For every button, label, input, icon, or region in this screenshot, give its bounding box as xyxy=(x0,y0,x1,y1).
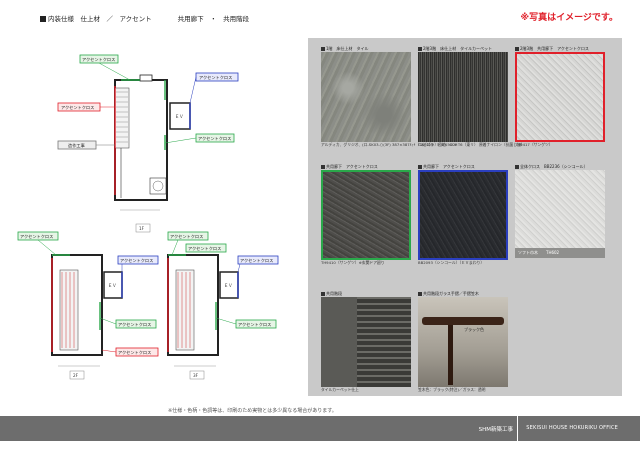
callout-construction-1f: 造作工事 xyxy=(68,142,85,149)
swatch-image-dark-cross xyxy=(321,170,411,260)
floor-label-1f: 1F xyxy=(139,226,145,231)
floorplans-diagram: ＥＶ 1F アクセントクロス アクセントクロス 造作工事 アクセントクロス アク… xyxy=(17,54,279,380)
handrail-post xyxy=(448,325,453,385)
ev-label-2f: ＥＶ xyxy=(108,283,116,288)
swatch-accent-red: 2階3階 共用廊下 アクセントクロス TH9417（サンゲツ） xyxy=(515,46,605,147)
swatch-subtext: GA0403 500×500×T6（東リ） 原着ナイロン（抗菌し加） xyxy=(418,142,525,147)
swatch-general-cross: 全体クロス BB2236（シンコール） ソフト巾木 TH602 xyxy=(515,164,605,258)
handrail-callout: ブラック色 xyxy=(464,327,484,332)
swatch-subtext: 笠木色：ブラック(特注)／ガラス：透明 xyxy=(418,387,486,392)
swatch-image-light-cross xyxy=(515,52,605,142)
ev-label-1f: ＥＶ xyxy=(175,114,183,119)
swatch-handrail: 共用階段ガラス手摺／手摺笠木 ブラック色 笠木色：ブラック(特注)／ガラス：透明 xyxy=(418,291,508,392)
swatch-accent-blue: 共用廊下 アクセントクロス BB2093（シンコール）（ＥＶまわり） xyxy=(418,164,508,265)
swatch-caption: 2階3階 床仕上材 タイルカーペット xyxy=(418,46,525,52)
swatch-carpet-tile: 2階3階 床仕上材 タイルカーペット GA0403 500×500×T6（東リ）… xyxy=(418,46,525,147)
swatch-subtext: TH9417（サンゲツ） xyxy=(515,142,553,147)
swatch-subtext: TH9410（サンゲツ）※玄関ドア廻り xyxy=(321,260,385,265)
swatch-accent-green: 共用廊下 アクセントクロス TH9410（サンゲツ）※玄関ドア廻り xyxy=(321,164,411,265)
footer-divider xyxy=(517,416,518,441)
handrail-rail xyxy=(422,317,504,325)
project-name: SHM新築工事 xyxy=(478,427,513,433)
swatch-stairs: 共用階段 タイルカーペット仕上 xyxy=(321,291,411,392)
floorplan-2f: ＥＶ 2F アクセントクロス アクセントクロス アクセントクロス アクセントクロ… xyxy=(17,231,159,380)
swatch-subtext: タイルカーペット仕上 xyxy=(321,387,359,392)
floorplan-3f: ＥＶ 3F アクセントクロス アクセントクロス アクセントクロス アクセントクロ… xyxy=(167,231,279,380)
floor-label-2f: 2F xyxy=(73,373,79,378)
company-name: SEKISUI HOUSE HOKURIKU OFFICE xyxy=(526,425,618,431)
floor-label-3f: 3F xyxy=(193,373,199,378)
materials-panel: 1階 床仕上材 タイル アルディカ、グリジオ、(ロ-SK03-○(3F) 387… xyxy=(308,38,622,396)
swatch-skirting-strip: ソフト巾木 TH602 xyxy=(515,248,605,258)
swatch-image-charcoal-cross xyxy=(418,170,508,260)
swatch-image-staircase xyxy=(321,297,411,387)
swatch-image-white-cross xyxy=(515,170,605,248)
image-note: ※写真はイメージです。 xyxy=(520,13,618,23)
footer-disclaimer: ※仕様・色柄・色調等は、印刷のため実物とは多少異なる場合があります。 xyxy=(168,408,337,414)
swatch-image-stone-tile xyxy=(321,52,411,142)
swatch-image-handrail: ブラック色 xyxy=(418,297,508,387)
swatch-image-carpet xyxy=(418,52,508,142)
footer-bar: SHM新築工事 SEKISUI HOUSE HOKURIKU OFFICE xyxy=(0,416,640,441)
swatch-subtext: BB2093（シンコール）（ＥＶまわり） xyxy=(418,260,485,265)
floorplan-1f: ＥＶ 1F アクセントクロス アクセントクロス 造作工事 アクセントクロス アク… xyxy=(57,54,239,233)
ev-label-3f: ＥＶ xyxy=(224,283,232,288)
